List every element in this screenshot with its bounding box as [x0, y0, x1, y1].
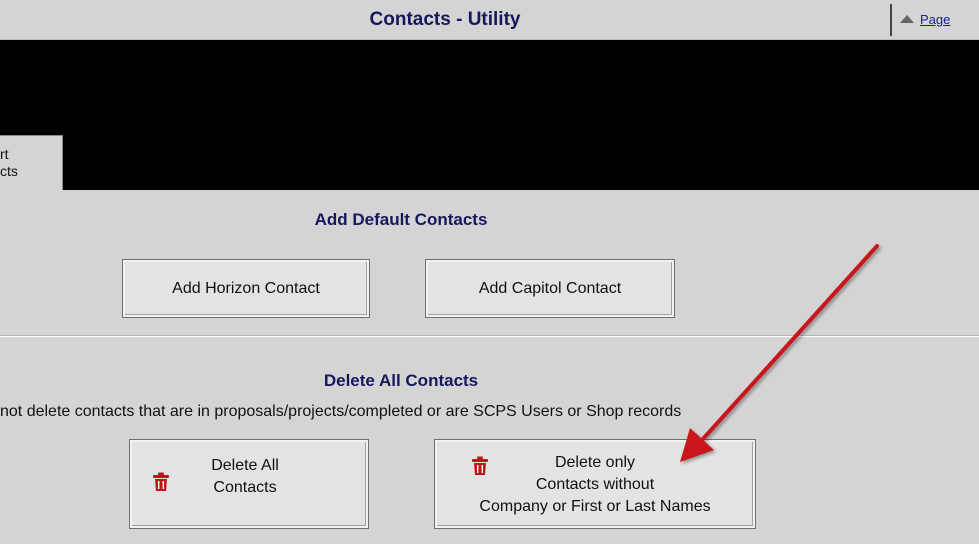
- delete-section-heading: Delete All Contacts: [323, 371, 479, 390]
- tab-label-line2: cts: [0, 163, 18, 179]
- delete-only-label-line1: Delete only: [554, 454, 636, 471]
- delete-all-label-line1: Delete All: [211, 457, 279, 474]
- delete-all-label: Delete All Contacts: [180, 455, 310, 499]
- title-divider: [890, 4, 892, 36]
- tab-label: rt cts: [0, 146, 62, 180]
- add-capitol-contact-button[interactable]: Add Capitol Contact: [425, 259, 675, 318]
- delete-contacts-panel: Delete All Contacts not delete contacts …: [0, 337, 979, 544]
- page-title: Contacts - Utility: [369, 9, 521, 30]
- delete-only-label: Delete only Contacts without Company or …: [437, 452, 753, 518]
- delete-all-label-line2: Contacts: [213, 479, 277, 496]
- delete-note: not delete contacts that are in proposal…: [0, 403, 682, 420]
- add-default-contacts-panel: Add Default Contacts Add Horizon Contact…: [0, 190, 979, 336]
- add-horizon-contact-button[interactable]: Add Horizon Contact: [122, 259, 370, 318]
- utility-window: Contacts - Utility Page rt cts Add Defau…: [0, 0, 979, 544]
- triangle-up-icon: [900, 15, 914, 23]
- header-area: [0, 40, 979, 190]
- add-section-heading: Add Default Contacts: [314, 210, 488, 229]
- trash-icon: [153, 472, 169, 491]
- tab-label-line1: rt: [0, 146, 9, 162]
- page-menu-label: Page: [920, 12, 951, 27]
- tab-import-contacts[interactable]: rt cts: [0, 135, 63, 192]
- title-bar: Contacts - Utility Page: [0, 0, 979, 40]
- delete-only-label-line2: Contacts without: [535, 476, 655, 493]
- delete-all-contacts-button[interactable]: Delete All Contacts: [129, 439, 369, 529]
- delete-only-label-line3: Company or First or Last Names: [479, 498, 711, 515]
- delete-only-unnamed-contacts-button[interactable]: Delete only Contacts without Company or …: [434, 439, 756, 529]
- page-menu-button[interactable]: Page: [900, 0, 950, 39]
